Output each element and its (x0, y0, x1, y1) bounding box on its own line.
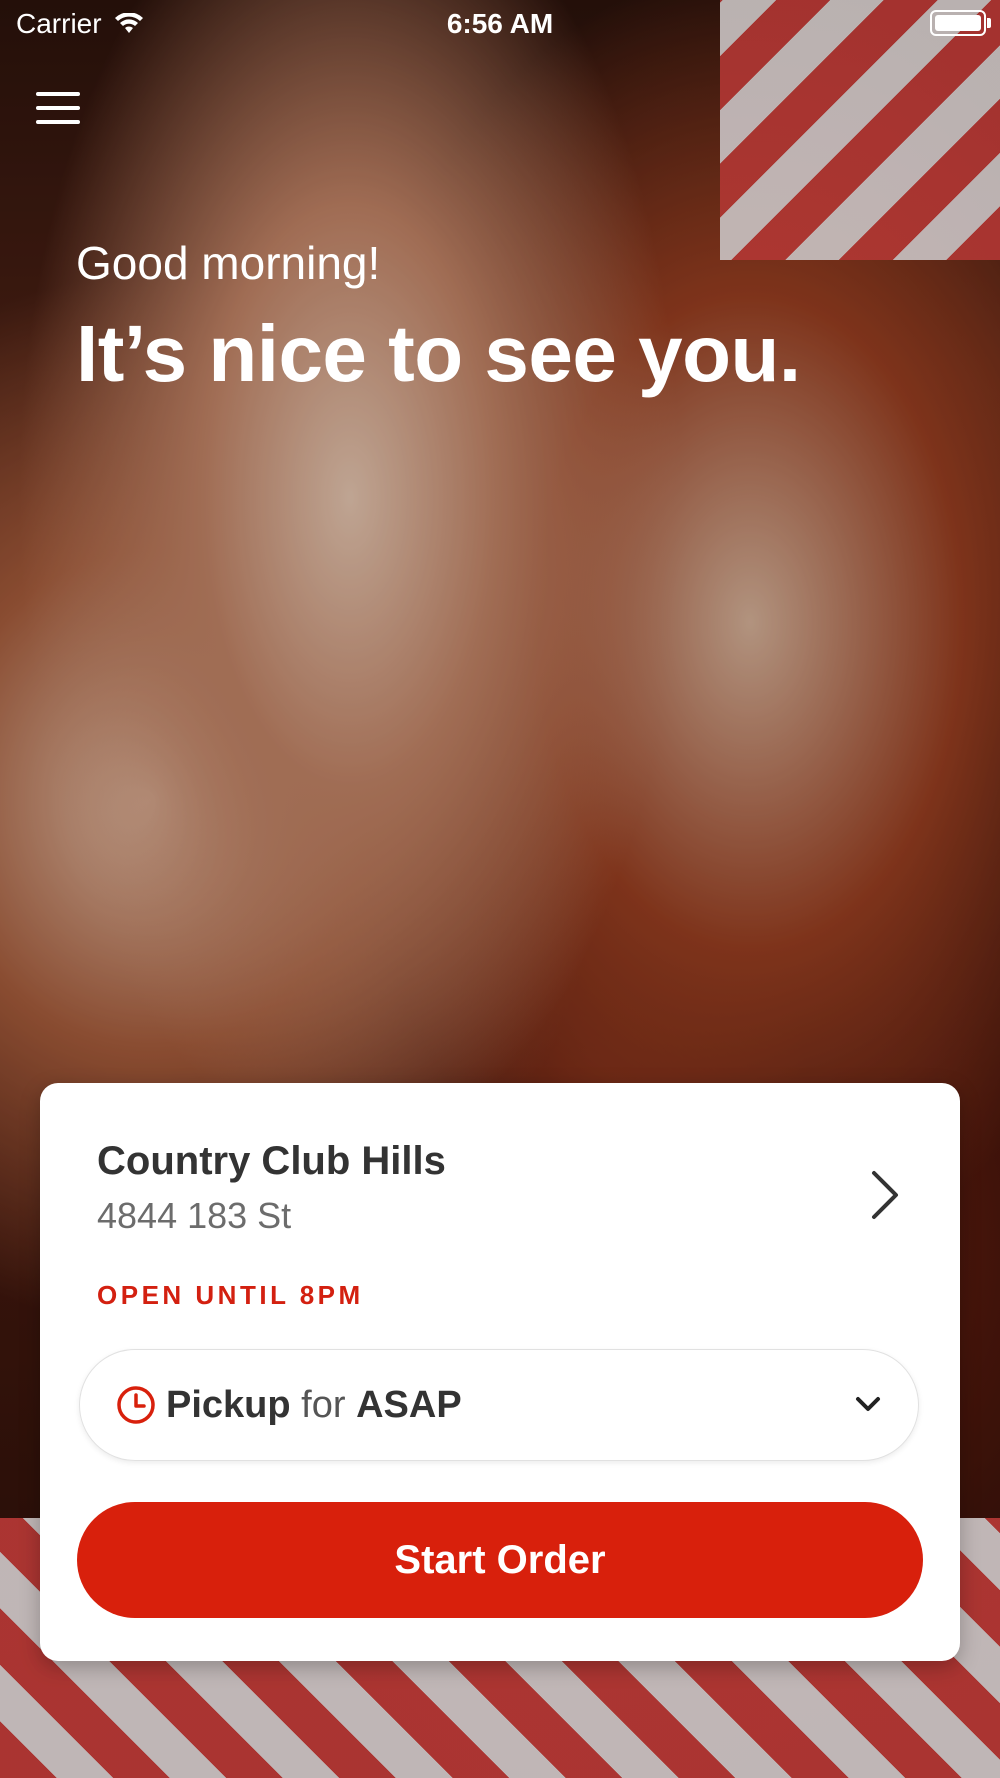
pickup-text: Pickup for ASAP (166, 1384, 462, 1427)
status-right (930, 10, 991, 36)
status-bar: Carrier 6:56 AM (0, 0, 1000, 50)
greeting-big: It’s nice to see you. (76, 309, 801, 398)
pickup-time: ASAP (356, 1383, 462, 1426)
start-order-button[interactable]: Start Order (77, 1502, 923, 1618)
location-name[interactable]: Country Club Hills (97, 1139, 446, 1184)
greeting-small: Good morning! (76, 237, 381, 289)
greeting: Good morning! It’s nice to see you. (76, 236, 801, 400)
pickup-connector: for (301, 1383, 346, 1426)
chevron-right-icon[interactable] (864, 1165, 904, 1225)
open-status-label: OPEN UNTIL 8PM (97, 1280, 364, 1310)
battery-icon (930, 10, 991, 36)
location-card: Country Club Hills 4844 183 St OPEN UNTI… (40, 1083, 960, 1661)
chevron-down-icon (856, 1397, 880, 1411)
hamburger-menu-icon[interactable] (36, 92, 80, 132)
pickup-mode: Pickup (166, 1383, 291, 1426)
status-time: 6:56 AM (446, 8, 554, 39)
pickup-time-selector[interactable]: Pickup for ASAP (79, 1349, 919, 1461)
clock-icon (117, 1386, 155, 1424)
location-address[interactable]: 4844 183 St (97, 1195, 291, 1237)
